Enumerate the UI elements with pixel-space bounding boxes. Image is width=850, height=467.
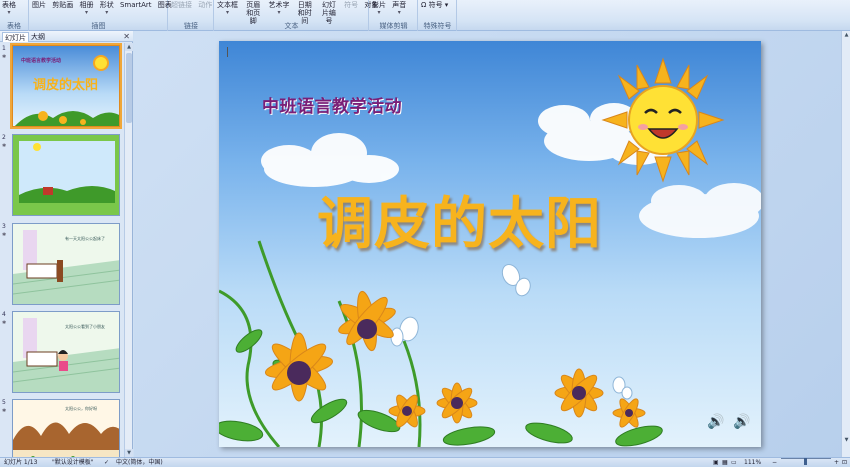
ribbon-group-special: Ω 符号 ▾ 特殊符号	[419, 0, 457, 31]
language-indicator[interactable]: 中文(简体，中国)	[116, 458, 163, 467]
sound-button[interactable]: 声音 ▾	[390, 1, 408, 16]
thumbnail-caption: 太阳公公，你好呀	[65, 406, 97, 411]
smartart-button[interactable]: SmartArt	[118, 1, 154, 9]
thumbnail-scrollbar[interactable]: ▲ ▼	[124, 43, 133, 457]
album-button[interactable]: 相册 ▾	[77, 1, 95, 16]
ribbon-group-illustrations: 图片 剪贴画 相册 ▾ 形状 ▾ SmartArt 图表 插图	[30, 0, 172, 31]
current-slide[interactable]: 中班语言教学活动 调皮的太阳 🔊 🔊	[219, 41, 761, 447]
view-slideshow-icon[interactable]: ▭	[731, 458, 737, 467]
action-button[interactable]: 动作	[196, 1, 214, 9]
thumbnail-number: 1	[2, 45, 6, 52]
thumbnail-number: 5	[2, 399, 6, 406]
ribbon-group-label-links: 链接	[184, 22, 198, 30]
speaker-icon[interactable]: 🔊	[733, 414, 750, 430]
fit-window-icon[interactable]: ⊡	[842, 458, 847, 467]
thumbnail-art	[19, 141, 115, 203]
zoom-level[interactable]: 111%	[744, 458, 761, 467]
slide-thumbnail-3[interactable]: 有一天太阳公公起床了	[12, 223, 120, 305]
thumbnail-number: 3	[2, 223, 6, 230]
symbol-button-disabled[interactable]: 符号	[342, 1, 360, 9]
ribbon-group-label-tables: 表格	[7, 22, 21, 30]
thumbnail-subtitle: 中班语言教学活动	[21, 58, 62, 64]
slide-thumbnail-2[interactable]	[12, 134, 120, 216]
tab-slides[interactable]: 幻灯片	[2, 32, 29, 42]
status-bar: 幻灯片 1/13 "默认设计模板" ✓ 中文(简体，中国) ▣ ▦ ▭ 111%…	[0, 457, 850, 467]
animation-marker-icon: ✱	[2, 408, 7, 414]
special-symbol-button[interactable]: Ω 符号 ▾	[419, 1, 450, 9]
thumbnail-number: 2	[2, 134, 6, 141]
wordart-button[interactable]: 艺术字 ▾	[266, 1, 291, 16]
speaker-icon[interactable]: 🔊	[707, 414, 724, 430]
shapes-button[interactable]: 形状 ▾	[98, 1, 116, 16]
sun-icon	[601, 57, 725, 183]
scroll-down-icon[interactable]: ▼	[125, 449, 133, 457]
ribbon-group-tables: 表格 ▾ 表格	[0, 0, 29, 31]
table-button[interactable]: 表格 ▾	[0, 1, 18, 16]
spell-check-icon[interactable]: ✓	[104, 458, 109, 467]
scroll-up-icon[interactable]: ▲	[125, 43, 133, 51]
ribbon-group-label-media: 媒体剪辑	[379, 22, 408, 30]
slide-thumbnail-4[interactable]: 太阳公公看到了小朋友	[12, 311, 120, 393]
zoom-slider-knob[interactable]	[804, 458, 807, 465]
cloud-far-right	[639, 183, 761, 238]
flower-icon	[612, 398, 646, 428]
thumbnail-title: 调皮的太阳	[33, 78, 99, 93]
flower-icon	[264, 332, 334, 402]
scroll-thumb[interactable]	[126, 53, 132, 123]
ribbon-group-label-special: 特殊符号	[423, 22, 452, 30]
animation-marker-icon: ✱	[2, 143, 7, 149]
slide-subtitle[interactable]: 中班语言教学活动	[262, 92, 402, 117]
tab-outline[interactable]: 大纲	[29, 32, 47, 42]
view-normal-icon[interactable]: ▣	[713, 458, 719, 467]
slide-thumbnail-5[interactable]: 太阳公公，你好呀	[12, 399, 120, 457]
thumbnail-list: 1 ✱ 中班语言教学活动 调皮的太阳 2 ✱ 3 ✱ 有一天太阳公公起床了 4 …	[0, 43, 124, 457]
workspace-scrollbar[interactable]: ▲ ▼	[841, 31, 850, 457]
ribbon-group-text: 文本框 ▾ 页眉和页脚 艺术字 ▾ 日期和时间 幻灯片编号 符号 对象 文本	[215, 0, 378, 31]
animation-marker-icon: ✱	[2, 320, 7, 326]
flower-icon	[554, 368, 604, 418]
scroll-up-icon[interactable]: ▲	[842, 31, 850, 40]
thumbnail-caption: 太阳公公看到了小朋友	[65, 324, 105, 329]
theme-name[interactable]: "默认设计模板"	[52, 458, 94, 467]
ribbon-group-links: 超链接 动作 链接	[169, 0, 214, 31]
ribbon-group-media: 影片 ▾ 声音 ▾ 媒体剪辑	[370, 0, 418, 31]
animation-marker-icon: ✱	[2, 232, 7, 238]
ribbon-group-label-text: 文本	[284, 22, 299, 30]
slides-pane: 幻灯片 大纲 ✕ 1 ✱ 中班语言教学活动 调皮的太阳 2 ✱ 3 ✱ 有一天太…	[0, 31, 133, 457]
slide-thumbnail-1[interactable]: 中班语言教学活动 调皮的太阳	[10, 43, 122, 129]
text-cursor	[227, 47, 228, 57]
picture-button[interactable]: 图片	[30, 1, 48, 9]
ribbon: 表格 ▾ 表格 图片 剪贴画 相册 ▾ 形状 ▾ SmartArt 图表 插图 超链接…	[0, 0, 850, 31]
thumbnail-number: 4	[2, 311, 6, 318]
scroll-down-icon[interactable]: ▼	[842, 436, 850, 445]
hyperlink-button[interactable]: 超链接	[169, 1, 194, 9]
slide-counter: 幻灯片 1/13	[4, 459, 38, 466]
pane-tabs: 幻灯片 大纲 ✕	[0, 31, 133, 42]
thumbnail-caption: 有一天太阳公公起床了	[65, 236, 105, 241]
movie-button[interactable]: 影片 ▾	[370, 1, 388, 16]
close-icon[interactable]: ✕	[123, 31, 130, 42]
zoom-in-icon[interactable]: +	[834, 458, 839, 467]
textbox-button[interactable]: 文本框 ▾	[215, 1, 240, 16]
animation-marker-icon: ✱	[2, 54, 7, 60]
view-sorter-icon[interactable]: ▦	[722, 458, 728, 467]
ribbon-group-label-illustrations: 插图	[91, 22, 106, 30]
clipart-button[interactable]: 剪贴画	[50, 1, 75, 9]
zoom-out-icon[interactable]: −	[772, 458, 777, 467]
slide-title[interactable]: 调皮的太阳	[317, 179, 602, 260]
flower-icon	[436, 382, 478, 424]
